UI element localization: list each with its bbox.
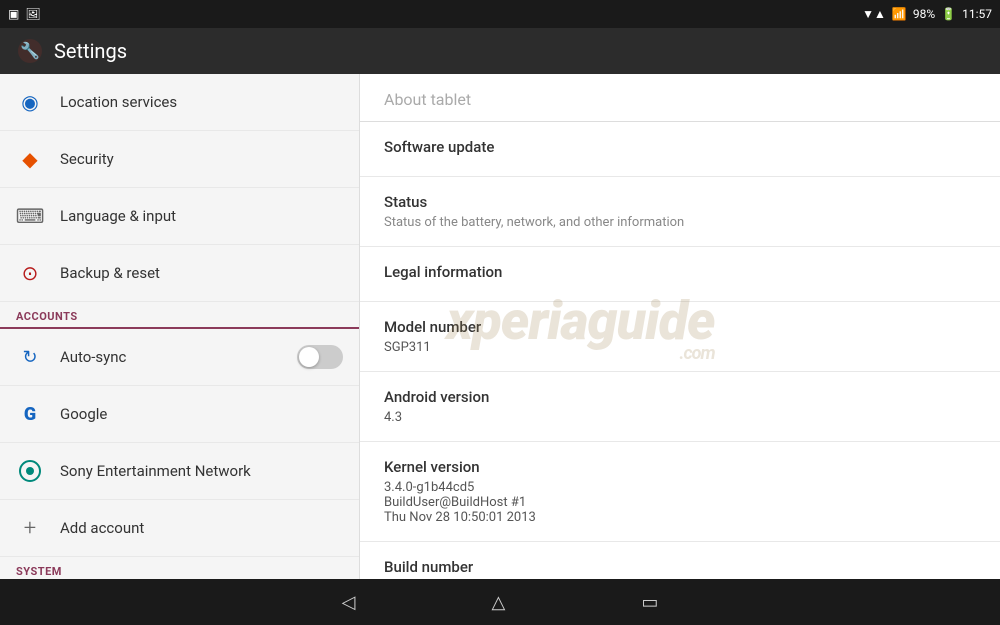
sidebar-item-backup-reset[interactable]: ⊙ Backup & reset [0, 245, 359, 302]
sidebar-item-google[interactable]: G Google [0, 386, 359, 443]
sony-icon [16, 457, 44, 485]
sidebar-item-label: Location services [60, 93, 177, 111]
status-title: Status [384, 193, 976, 211]
signal-icon: ▼▲ [862, 7, 886, 21]
notification-icon-1: ▣ [8, 7, 19, 21]
settings-wrench-icon: 🔧 [16, 37, 44, 65]
sidebar-item-add-account[interactable]: + Add account [0, 500, 359, 557]
info-section-model-number: Model number SGP311 [360, 302, 1000, 372]
sidebar-item-sony-entertainment[interactable]: Sony Entertainment Network [0, 443, 359, 500]
security-icon: ◆ [16, 145, 44, 173]
svg-text:🔧: 🔧 [20, 41, 40, 60]
toggle-row-auto-sync[interactable]: ↻ Auto-sync [0, 329, 359, 386]
location-icon: ◉ [16, 88, 44, 116]
sidebar-item-label: Language & input [60, 207, 176, 225]
sync-icon: ↻ [16, 343, 44, 371]
legal-title: Legal information [384, 263, 976, 281]
keyboard-icon: ⌨ [16, 202, 44, 230]
sidebar-item-label: Backup & reset [60, 264, 160, 282]
toggle-knob [299, 347, 319, 367]
sidebar-item-location-services[interactable]: ◉ Location services [0, 74, 359, 131]
google-icon: G [16, 400, 44, 428]
sidebar: ◉ Location services ◆ Security ⌨ Languag… [0, 74, 360, 579]
sidebar-item-label: Security [60, 150, 114, 168]
page-title: Settings [54, 39, 127, 63]
status-bar-left: ▣ 🖼 [8, 7, 41, 21]
model-number-value: SGP311 [384, 340, 976, 355]
status-subtitle: Status of the battery, network, and othe… [384, 215, 976, 230]
right-panel: About tablet Software update Status Stat… [360, 74, 1000, 579]
software-update-title: Software update [384, 138, 976, 156]
toggle-left: ↻ Auto-sync [16, 343, 126, 371]
wifi-icon: 📶 [892, 7, 907, 21]
home-button[interactable]: △ [483, 584, 513, 621]
right-panel-header: About tablet [360, 74, 1000, 122]
back-button[interactable]: ◁ [334, 584, 364, 621]
backup-icon: ⊙ [16, 259, 44, 287]
info-section-status[interactable]: Status Status of the battery, network, a… [360, 177, 1000, 247]
recent-apps-button[interactable]: ▭ [633, 584, 666, 621]
info-section-software-update[interactable]: Software update [360, 122, 1000, 177]
info-section-kernel-version: Kernel version 3.4.0-g1b44cd5 BuildUser@… [360, 442, 1000, 542]
info-section-legal[interactable]: Legal information [360, 247, 1000, 302]
system-section-header: SYSTEM [0, 557, 359, 579]
model-number-title: Model number [384, 318, 976, 336]
build-number-title: Build number [384, 558, 976, 576]
accounts-section-header: ACCOUNTS [0, 302, 359, 329]
auto-sync-toggle[interactable] [297, 345, 343, 369]
battery-text: 98% [913, 7, 935, 21]
title-bar: 🔧 Settings [0, 28, 1000, 74]
bottom-nav: ◁ △ ▭ [0, 579, 1000, 625]
android-version-value: 4.3 [384, 410, 976, 425]
status-bar: ▣ 🖼 ▼▲ 📶 98% 🔋 11:57 [0, 0, 1000, 28]
sidebar-item-label: Sony Entertainment Network [60, 462, 251, 480]
time-display: 11:57 [962, 7, 992, 21]
kernel-version-value: 3.4.0-g1b44cd5 BuildUser@BuildHost #1 Th… [384, 480, 976, 525]
add-icon: + [16, 514, 44, 542]
sidebar-item-label: Google [60, 405, 107, 423]
sidebar-item-security[interactable]: ◆ Security [0, 131, 359, 188]
auto-sync-label: Auto-sync [60, 348, 126, 366]
kernel-version-title: Kernel version [384, 458, 976, 476]
main-content: ◉ Location services ◆ Security ⌨ Languag… [0, 74, 1000, 579]
status-bar-right: ▼▲ 📶 98% 🔋 11:57 [862, 7, 992, 21]
notification-icon-2: 🖼 [25, 7, 40, 21]
battery-icon: 🔋 [941, 7, 956, 21]
sidebar-item-label: Add account [60, 519, 144, 537]
info-section-android-version: Android version 4.3 [360, 372, 1000, 442]
sidebar-item-language-input[interactable]: ⌨ Language & input [0, 188, 359, 245]
info-section-build-number: Build number 10.4.B.0.577 [360, 542, 1000, 579]
android-version-title: Android version [384, 388, 976, 406]
